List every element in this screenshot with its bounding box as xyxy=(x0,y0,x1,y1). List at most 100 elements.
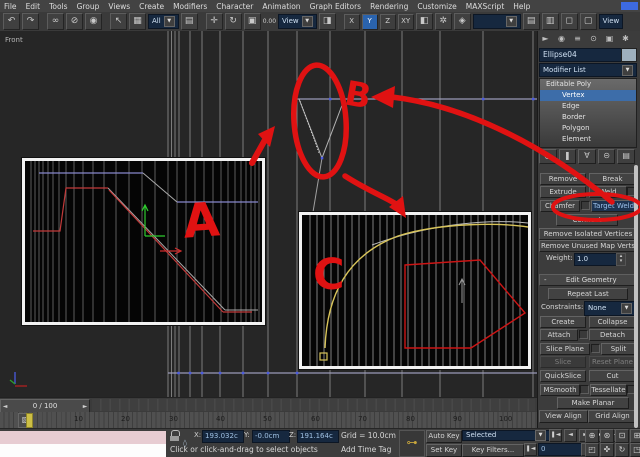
next-frame-arrow-icon[interactable]: ► xyxy=(81,403,89,410)
collapse-button[interactable]: Collapse xyxy=(589,316,636,328)
use-pivot-icon[interactable]: ◨ xyxy=(318,13,336,30)
menu-character[interactable]: Character xyxy=(216,2,253,11)
object-name-field[interactable]: Ellipse04 xyxy=(539,48,622,62)
stack-item-edge[interactable]: Edge xyxy=(540,101,636,112)
axis-y-button[interactable]: Y xyxy=(361,13,378,30)
weight-field[interactable]: 1.0 xyxy=(574,253,618,266)
menu-create[interactable]: Create xyxy=(139,2,164,11)
array-icon[interactable]: ✲ xyxy=(434,13,452,30)
stack-item-editable-poly[interactable]: Editable Poly xyxy=(540,79,636,90)
select-and-scale-icon[interactable]: ▣ xyxy=(243,13,261,30)
key-mode-toggle-icon[interactable]: ❚◄ xyxy=(524,443,537,456)
show-end-result-icon[interactable]: ❚ xyxy=(558,149,577,164)
chevron-down-icon[interactable]: ▼ xyxy=(163,16,175,27)
stack-item-border[interactable]: Border xyxy=(540,112,636,123)
region-zoom-icon[interactable]: ◰ xyxy=(585,443,599,457)
chevron-down-icon[interactable]: ▼ xyxy=(505,16,517,27)
auto-key-button[interactable]: Auto Key xyxy=(426,430,462,443)
make-unique-icon[interactable]: ∀ xyxy=(578,149,596,164)
select-and-rotate-icon[interactable]: ↻ xyxy=(224,13,242,30)
grid-align-button[interactable]: Grid Align xyxy=(588,410,637,423)
make-planar-button[interactable]: Make Planar xyxy=(557,397,629,409)
menu-animation[interactable]: Animation xyxy=(262,2,300,11)
remove-modifier-icon[interactable]: ⊝ xyxy=(597,149,616,164)
zoom-icon[interactable]: ⊕ xyxy=(585,429,599,443)
material-editor-icon[interactable]: ◻ xyxy=(560,13,578,30)
axis-x-button[interactable]: X xyxy=(343,13,360,30)
extrude-button[interactable]: Extrude xyxy=(540,186,586,198)
menu-modifiers[interactable]: Modifiers xyxy=(173,2,207,11)
render-view-field[interactable]: View xyxy=(598,14,624,29)
zoom-extents-all-icon[interactable]: ⊞ xyxy=(630,429,640,443)
utilities-tab-icon[interactable]: ✱ xyxy=(619,33,632,45)
key-filters-button[interactable]: Key Filters... xyxy=(462,444,524,457)
previous-frame-arrow-icon[interactable]: ◄ xyxy=(1,403,9,410)
zoom-all-icon[interactable]: ⊛ xyxy=(600,429,614,443)
menu-customize[interactable]: Customize xyxy=(417,2,456,11)
z-coord-field[interactable]: 191.164c xyxy=(297,430,339,443)
menu-group[interactable]: Group xyxy=(77,2,100,11)
split-box[interactable] xyxy=(591,344,600,353)
remove-button[interactable]: Remove xyxy=(540,173,586,185)
display-tab-icon[interactable]: ▣ xyxy=(603,33,616,45)
split-button[interactable]: Split xyxy=(601,343,636,355)
menu-edit[interactable]: Edit xyxy=(26,2,41,11)
tessellate-button[interactable]: Tessellate xyxy=(590,384,627,396)
axis-z-button[interactable]: Z xyxy=(379,13,396,30)
select-and-move-icon[interactable]: ✛ xyxy=(205,13,223,30)
chamfer-settings-box[interactable] xyxy=(581,201,590,210)
align-icon[interactable]: ◈ xyxy=(453,13,471,30)
layer-manager-icon[interactable]: ▤ xyxy=(522,13,540,30)
msmooth-settings-box[interactable] xyxy=(580,385,589,394)
remove-isolated-vertices-button[interactable]: Remove Isolated Vertices xyxy=(539,228,637,240)
menu-graph-editors[interactable]: Graph Editors xyxy=(310,2,362,11)
object-color-swatch[interactable] xyxy=(621,48,637,62)
constraints-dropdown[interactable]: None ▼ xyxy=(584,301,636,316)
add-time-tag[interactable]: Add Time Tag xyxy=(341,445,391,454)
chevron-down-icon[interactable]: ▼ xyxy=(535,430,546,441)
detach-button[interactable]: Detach xyxy=(589,329,636,341)
chevron-down-icon[interactable]: ▼ xyxy=(622,64,633,76)
undo-icon[interactable]: ↶ xyxy=(3,13,20,30)
attach-button[interactable]: Attach xyxy=(540,329,578,341)
time-slider-handle[interactable]: ◄ 0 / 100 ► xyxy=(0,399,90,413)
set-key-button[interactable]: Set Key xyxy=(426,444,462,457)
repeat-last-button[interactable]: Repeat Last xyxy=(548,288,628,300)
zoom-extents-icon[interactable]: ⊡ xyxy=(615,429,629,443)
motion-tab-icon[interactable]: ⊙ xyxy=(587,33,600,45)
render-setup-icon[interactable]: ▢ xyxy=(579,13,597,30)
reference-coordinate-dropdown[interactable]: View ▼ xyxy=(278,14,317,29)
bind-spacewarp-icon[interactable]: ◉ xyxy=(85,13,102,30)
current-frame-field[interactable]: 0 xyxy=(538,443,582,456)
chevron-down-icon[interactable]: ▼ xyxy=(621,303,632,314)
unlink-icon[interactable]: ⊘ xyxy=(66,13,83,30)
remove-unused-map-verts-button[interactable]: Remove Unused Map Verts xyxy=(539,240,637,252)
named-selection-dropdown[interactable]: ▼ xyxy=(472,14,521,29)
stack-item-vertex[interactable]: Vertex xyxy=(540,90,636,101)
configure-modifier-icon[interactable]: ▤ xyxy=(617,149,635,164)
create-tab-icon[interactable]: ► xyxy=(539,33,552,45)
stack-item-element[interactable]: Element xyxy=(540,134,636,145)
target-weld-button[interactable]: Target Weld xyxy=(591,200,636,212)
menu-file[interactable]: File xyxy=(4,2,17,11)
mirror-icon[interactable]: ◧ xyxy=(415,13,433,30)
slice-plane-button[interactable]: Slice Plane xyxy=(540,343,590,355)
modifier-list-dropdown[interactable]: Modifier List ▼ xyxy=(539,63,637,77)
x-coord-field[interactable]: 193.032c xyxy=(202,430,244,443)
menu-help[interactable]: Help xyxy=(513,2,530,11)
chevron-down-icon[interactable]: ▼ xyxy=(301,16,313,27)
lock-selection-icon[interactable] xyxy=(170,430,180,441)
quickslice-button[interactable]: QuickSlice xyxy=(540,370,586,382)
stack-item-polygon[interactable]: Polygon xyxy=(540,123,636,134)
maximize-viewport-icon[interactable]: ◳ xyxy=(630,443,640,457)
menu-maxscript[interactable]: MAXScript xyxy=(466,2,505,11)
menu-views[interactable]: Views xyxy=(108,2,130,11)
select-by-name-icon[interactable]: ▤ xyxy=(180,13,198,30)
cut-button[interactable]: Cut xyxy=(589,370,636,382)
time-slider-track[interactable] xyxy=(92,399,535,411)
pan-icon[interactable]: ✜ xyxy=(600,443,614,457)
key-mode-dropdown[interactable]: Selected ▼ xyxy=(462,430,550,441)
msmooth-button[interactable]: MSmooth xyxy=(540,384,580,396)
create-button[interactable]: Create xyxy=(540,316,586,328)
go-to-start-icon[interactable]: ❚◄ xyxy=(549,429,562,442)
